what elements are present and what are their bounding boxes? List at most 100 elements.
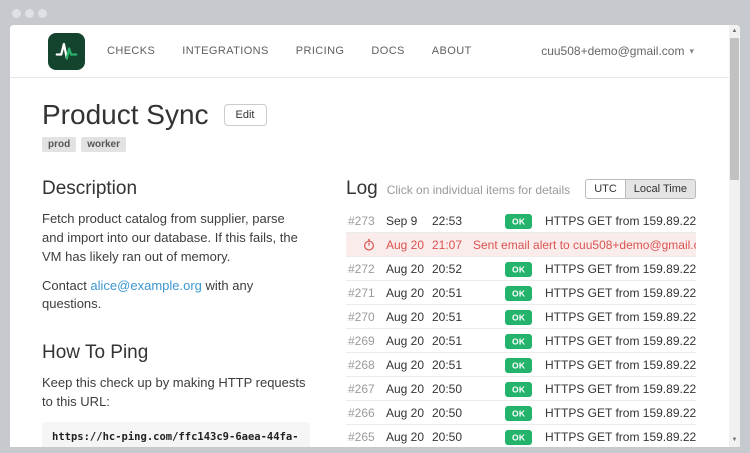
ping-url-code[interactable]: https://hc-ping.com/ffc143c9-6aea-44fa-b… [42, 422, 310, 447]
tag-badge: prod [42, 137, 76, 152]
log-entry-event: HTTPS GET from 159.89.226.126 - my-fancy… [545, 382, 696, 396]
log-entry-date: Aug 20 [386, 430, 432, 444]
ok-badge: OK [505, 310, 532, 325]
log-entry-time: 20:51 [432, 358, 505, 372]
window-controls [12, 9, 47, 18]
tags: prod worker [42, 137, 696, 152]
log-entry-event: HTTPS GET from 159.89.226.126 - my-fancy… [545, 310, 696, 324]
page-title: Product Sync [42, 99, 209, 131]
contact-line: Contact alice@example.org with any quest… [42, 277, 310, 315]
log-row[interactable]: #269 Aug 20 20:51 OK HTTPS GET from 159.… [346, 329, 696, 353]
tag-badge: worker [81, 137, 126, 152]
alert-clock-icon [348, 238, 386, 251]
alert-message: Sent email alert to cuu508+demo@gmail.co… [473, 238, 696, 252]
ok-badge: OK [505, 334, 532, 349]
log-entry-time: 20:51 [432, 334, 505, 348]
page-scrollbar[interactable]: ▲ ▼ [729, 25, 740, 447]
log-entry-time: 20:50 [432, 406, 505, 420]
log-entry-date: Sep 9 [386, 214, 432, 228]
utc-button[interactable]: UTC [585, 179, 625, 199]
navbar: CHECKS INTEGRATIONS PRICING DOCS ABOUT cuu50… [10, 25, 740, 78]
browser-viewport: ▲ ▼ CHECKS INTEGRATIONS PRICING DOCS ABOUT c… [10, 25, 740, 447]
window-dot-icon [25, 9, 34, 18]
window-dot-icon [38, 9, 47, 18]
log-row[interactable]: #268 Aug 20 20:51 OK HTTPS GET from 159.… [346, 353, 696, 377]
log-entry-event: HTTPS GET from 159.89.226.126 - my-fancy… [545, 286, 696, 300]
log-entry-event: HTTPS GET from 159.89.226.126 - my-fancy… [545, 262, 696, 276]
left-column: Description Fetch product catalog from s… [42, 178, 310, 447]
log-alert-row[interactable]: Aug 20 21:07 Sent email alert to cuu508+… [346, 233, 696, 257]
ok-badge: OK [505, 406, 532, 421]
log-entry-number: #273 [348, 214, 386, 228]
log-subtitle: Click on individual items for details [387, 183, 570, 197]
log-entry-event: HTTPS GET from 159.89.226.126 - my-fancy… [545, 214, 696, 228]
log-row[interactable]: #273 Sep 9 22:53 OK HTTPS GET from 159.8… [346, 209, 696, 233]
nav-link[interactable]: CHECKS [107, 45, 155, 57]
log-entry-date: Aug 20 [386, 406, 432, 420]
how-to-ping-heading: How To Ping [42, 342, 310, 364]
edit-button[interactable]: Edit [224, 104, 267, 126]
log-entry-number: #267 [348, 382, 386, 396]
log-entry-time: 21:07 [432, 238, 473, 252]
account-email: cuu508+demo@gmail.com [541, 44, 684, 58]
ok-badge: OK [505, 286, 532, 301]
chevron-down-icon: ▾ [689, 46, 694, 57]
log-entry-number: #270 [348, 310, 386, 324]
log-heading: Log [346, 178, 378, 200]
nav-links: CHECKS INTEGRATIONS PRICING DOCS ABOUT [107, 45, 472, 57]
main-content: Product Sync Edit prod worker Description… [10, 99, 740, 447]
log-entry-date: Aug 20 [386, 310, 432, 324]
nav-link[interactable]: ABOUT [432, 45, 472, 57]
log-entry-date: Aug 20 [386, 238, 432, 252]
log-entry-number: #269 [348, 334, 386, 348]
log-entry-date: Aug 20 [386, 382, 432, 396]
log-row[interactable]: #270 Aug 20 20:51 OK HTTPS GET from 159.… [346, 305, 696, 329]
log-row[interactable]: #271 Aug 20 20:51 OK HTTPS GET from 159.… [346, 281, 696, 305]
log-row[interactable]: #272 Aug 20 20:52 OK HTTPS GET from 159.… [346, 257, 696, 281]
pulse-icon [53, 38, 80, 65]
scroll-down-arrow-icon[interactable]: ▼ [729, 435, 740, 446]
log-panel: Log Click on individual items for detail… [346, 178, 696, 447]
local-time-button[interactable]: Local Time [625, 179, 696, 199]
window-dot-icon [12, 9, 21, 18]
log-entry-date: Aug 20 [386, 262, 432, 276]
scroll-up-arrow-icon[interactable]: ▲ [729, 26, 740, 37]
log-row[interactable]: #267 Aug 20 20:50 OK HTTPS GET from 159.… [346, 377, 696, 401]
nav-link[interactable]: DOCS [371, 45, 404, 57]
log-entries: #273 Sep 9 22:53 OK HTTPS GET from 159.8… [346, 209, 696, 447]
ok-badge: OK [505, 430, 532, 445]
log-entry-event: HTTPS GET from 159.89.226.126 - my-fancy… [545, 358, 696, 372]
log-entry-time: 22:53 [432, 214, 505, 228]
account-menu[interactable]: cuu508+demo@gmail.com ▾ [541, 44, 694, 58]
ok-badge: OK [505, 214, 532, 229]
scrollbar-thumb[interactable] [730, 38, 739, 180]
ping-url-instruction: Keep this check up by making HTTP reques… [42, 374, 310, 412]
log-entry-number: #265 [348, 430, 386, 444]
log-entry-time: 20:51 [432, 310, 505, 324]
nav-link[interactable]: PRICING [296, 45, 345, 57]
log-row[interactable]: #265 Aug 20 20:50 OK HTTPS GET from 159.… [346, 425, 696, 447]
log-entry-time: 20:52 [432, 262, 505, 276]
log-row[interactable]: #266 Aug 20 20:50 OK HTTPS GET from 159.… [346, 401, 696, 425]
timezone-toggle: UTC Local Time [585, 179, 696, 199]
log-entry-number: #271 [348, 286, 386, 300]
log-entry-number: #272 [348, 262, 386, 276]
contact-email-link[interactable]: alice@example.org [90, 278, 201, 293]
log-entry-number: #266 [348, 406, 386, 420]
healthchecks-logo[interactable] [48, 33, 85, 70]
log-entry-date: Aug 20 [386, 286, 432, 300]
log-entry-event: HTTPS GET from 159.89.226.126 - my-fancy… [545, 334, 696, 348]
ok-badge: OK [505, 262, 532, 277]
description-text: Fetch product catalog from supplier, par… [42, 210, 310, 267]
ok-badge: OK [505, 358, 532, 373]
nav-link[interactable]: INTEGRATIONS [182, 45, 269, 57]
log-entry-date: Aug 20 [386, 358, 432, 372]
ok-badge: OK [505, 382, 532, 397]
log-entry-date: Aug 20 [386, 334, 432, 348]
log-entry-event: HTTPS GET from 159.89.226.126 - my-fancy… [545, 406, 696, 420]
log-entry-number: #268 [348, 358, 386, 372]
log-entry-time: 20:50 [432, 430, 505, 444]
log-entry-time: 20:50 [432, 382, 505, 396]
log-entry-time: 20:51 [432, 286, 505, 300]
log-entry-event: HTTPS GET from 159.89.226.126 - my-fancy… [545, 430, 696, 444]
